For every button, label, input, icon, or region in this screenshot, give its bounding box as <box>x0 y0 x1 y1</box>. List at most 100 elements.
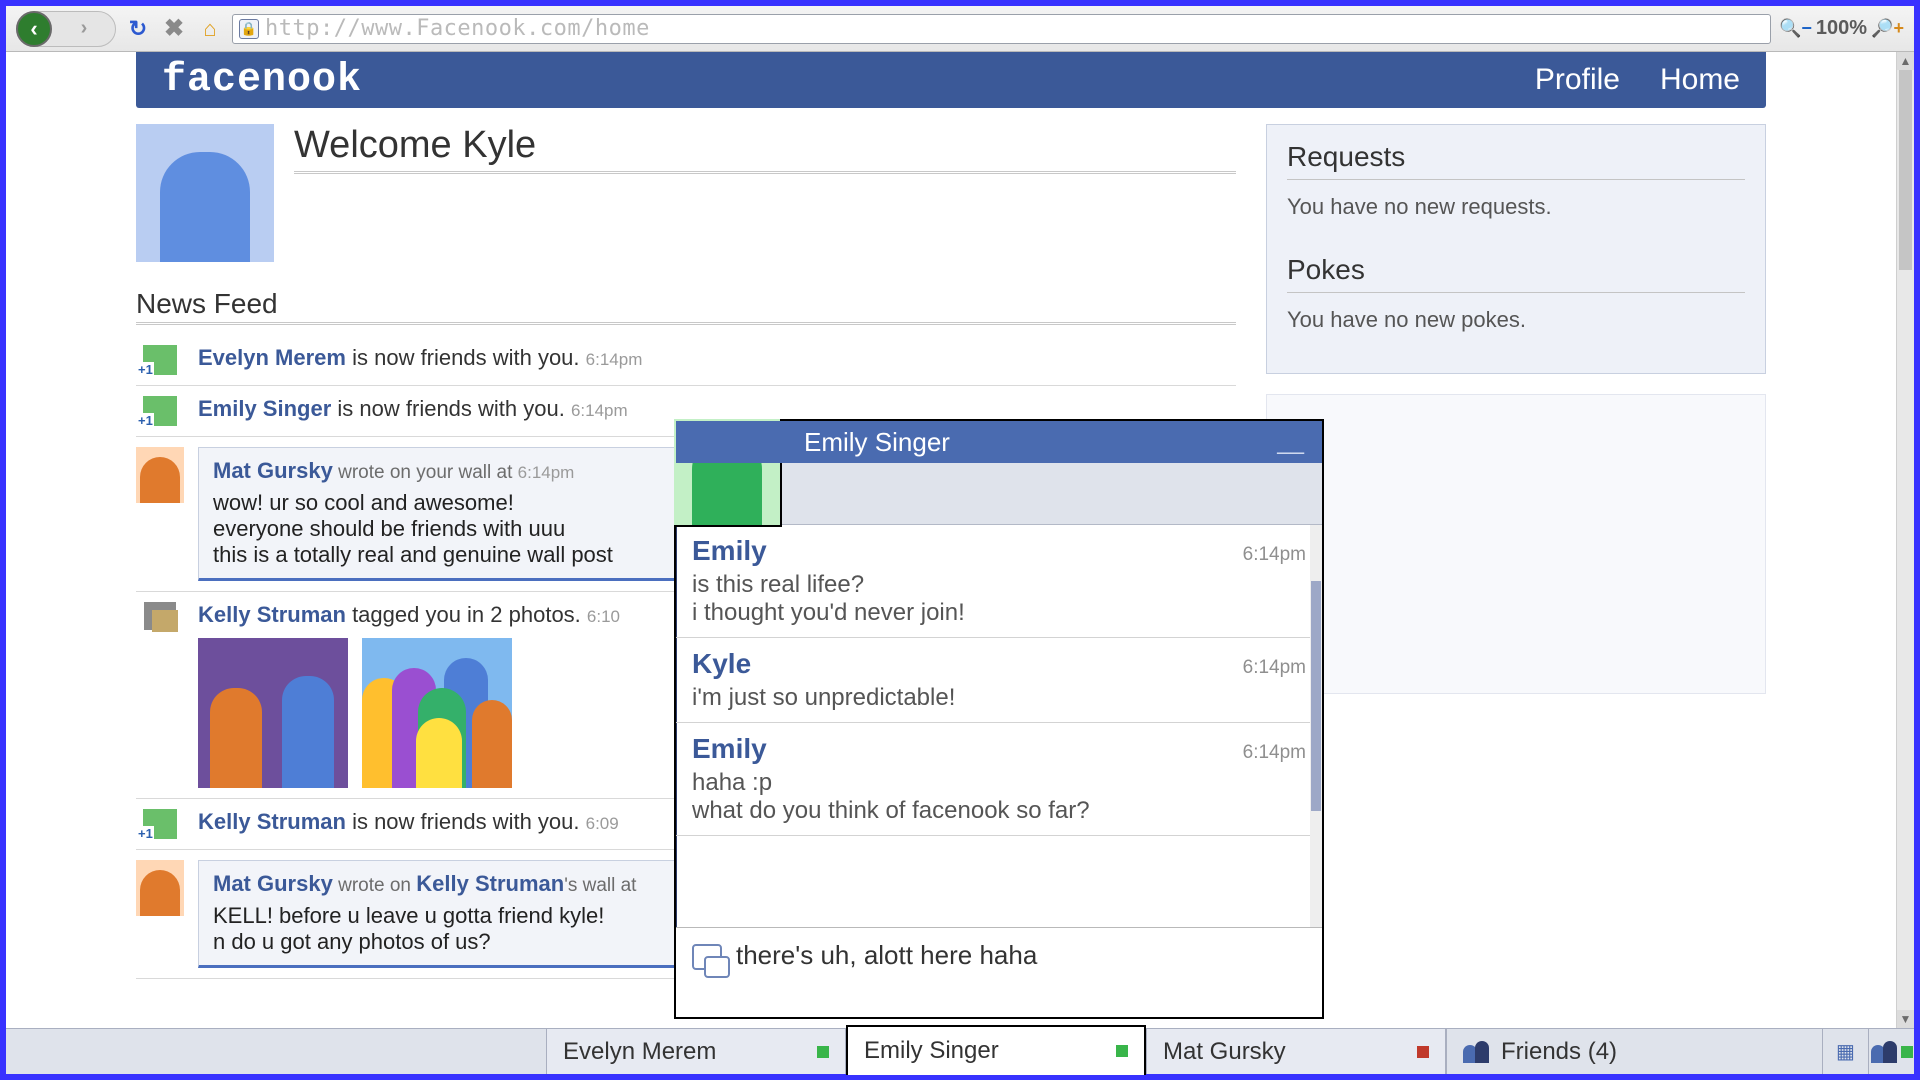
user-avatar-icon[interactable] <box>136 860 184 916</box>
site-header: facenook Profile Home <box>136 52 1766 108</box>
chat-bar: Evelyn Merem Emily Singer Mat Gursky Fri… <box>6 1028 1914 1074</box>
chat-tab[interactable]: Evelyn Merem <box>546 1029 846 1074</box>
status-dot-icon <box>1116 1045 1128 1057</box>
news-feed-title: News Feed <box>136 288 1236 325</box>
chat-titlebar[interactable]: Emily Singer __ <box>676 421 1322 463</box>
chat-from: Kyle <box>692 648 751 680</box>
welcome-title: Welcome Kyle <box>294 124 1236 174</box>
chat-from: Emily <box>692 733 767 765</box>
status-dot-icon <box>1417 1046 1429 1058</box>
friend-add-icon <box>143 345 177 375</box>
nav-capsule: ‹ › <box>16 11 116 47</box>
chat-message: Kyle 6:14pm i'm just so unpredictable! <box>676 638 1322 723</box>
zoom-out-button[interactable]: 🔍− <box>1779 18 1812 39</box>
forward-button[interactable]: › <box>70 15 98 43</box>
friends-label: Friends (4) <box>1501 1038 1617 1066</box>
feed-time: 6:09 <box>586 814 619 833</box>
feed-actor-link[interactable]: Evelyn Merem <box>198 345 346 370</box>
chat-from: Emily <box>692 535 767 567</box>
wall-meta-text: wrote on your wall at <box>338 462 512 483</box>
wall-meta-text: wrote on <box>338 875 411 896</box>
sidebar-ad-slot <box>1266 394 1766 694</box>
photo-tag-icon <box>144 602 176 630</box>
feed-time: 6:14pm <box>586 350 643 369</box>
site-logo[interactable]: facenook <box>162 58 362 103</box>
browser-toolbar: ‹ › ↻ ✖ ⌂ 🔒 http://www.Facenook.com/home… <box>6 6 1914 52</box>
feed-time: 6:14pm <box>518 463 575 482</box>
profile-avatar[interactable] <box>136 124 274 262</box>
requests-title: Requests <box>1287 141 1745 180</box>
site-identity-icon[interactable]: 🔒 <box>239 19 259 39</box>
feed-verb: is now friends with you. <box>352 809 579 834</box>
feed-actor-link[interactable]: Kelly Struman <box>198 809 346 834</box>
chat-text: haha :p what do you think of facenook so… <box>692 769 1306 825</box>
chat-text: is this real lifee? i thought you'd neve… <box>692 571 1306 627</box>
home-button[interactable]: ⌂ <box>196 15 224 43</box>
reload-button[interactable]: ↻ <box>124 15 152 43</box>
scroll-thumb[interactable] <box>1899 70 1912 270</box>
tagged-photo[interactable] <box>362 638 512 788</box>
friend-add-icon <box>143 809 177 839</box>
person-icon <box>1871 1041 1897 1063</box>
chat-input[interactable]: there's uh, alott here haha <box>676 927 1322 1017</box>
chat-tab[interactable]: Mat Gursky <box>1146 1029 1446 1074</box>
chat-time: 6:14pm <box>1243 657 1306 679</box>
feed-actor-link[interactable]: Kelly Struman <box>198 602 346 627</box>
requests-text: You have no new requests. <box>1287 194 1745 220</box>
chat-input-text[interactable]: there's uh, alott here haha <box>736 940 1037 971</box>
friend-add-icon <box>143 396 177 426</box>
status-dot-icon <box>1901 1046 1913 1058</box>
page-scrollbar[interactable]: ▲ ▼ <box>1896 52 1914 1028</box>
feed-time: 6:14pm <box>571 401 628 420</box>
chat-status-button[interactable] <box>1868 1029 1914 1074</box>
chat-messages: Emily 6:14pm is this real lifee? i though… <box>676 525 1322 927</box>
pokes-text: You have no new pokes. <box>1287 307 1745 333</box>
chat-tab-label: Evelyn Merem <box>563 1038 716 1066</box>
feed-actor-link[interactable]: Emily Singer <box>198 396 331 421</box>
chat-tab[interactable]: Emily Singer <box>846 1025 1146 1075</box>
status-dot-icon <box>817 1046 829 1058</box>
zoom-in-button[interactable]: 🔎+ <box>1871 18 1904 39</box>
chat-time: 6:14pm <box>1243 742 1306 764</box>
feed-item: Evelyn Merem is now friends with you. 6:… <box>136 335 1236 386</box>
zoom-controls: 🔍− 100% 🔎+ <box>1779 17 1904 40</box>
scroll-down-button[interactable]: ▼ <box>1897 1010 1914 1028</box>
people-icon <box>1463 1041 1489 1063</box>
tagged-photo[interactable] <box>198 638 348 788</box>
feed-verb: is now friends with you. <box>337 396 564 421</box>
url-text[interactable]: http://www.Facenook.com/home <box>265 16 650 41</box>
wall-target-link[interactable]: Kelly Struman <box>416 871 564 896</box>
header-nav: Profile Home <box>1535 63 1740 97</box>
chat-scrollbar[interactable] <box>1310 525 1322 927</box>
nav-link-profile[interactable]: Profile <box>1535 63 1620 97</box>
wall-meta-suffix: 's wall at <box>564 875 636 896</box>
chat-settings-button[interactable]: ▦ <box>1822 1029 1868 1074</box>
requests-box: Requests You have no new requests. Pokes… <box>1266 124 1766 374</box>
nav-link-home[interactable]: Home <box>1660 63 1740 97</box>
chat-text: i'm just so unpredictable! <box>692 684 1306 712</box>
chat-window: Emily Singer __ Emily 6:14pm is this real… <box>674 419 1324 1019</box>
chat-bubble-icon <box>692 944 722 970</box>
chat-tab-label: Emily Singer <box>864 1037 999 1065</box>
chat-message: Emily 6:14pm haha :p what do you think of… <box>676 723 1322 836</box>
chat-tab-label: Mat Gursky <box>1163 1038 1286 1066</box>
chat-message: Emily 6:14pm is this real lifee? i though… <box>676 525 1322 638</box>
user-avatar-icon[interactable] <box>136 447 184 503</box>
friends-list-button[interactable]: Friends (4) <box>1446 1029 1746 1074</box>
feed-actor-link[interactable]: Mat Gursky <box>213 871 333 896</box>
chat-title: Emily Singer <box>804 427 950 458</box>
address-bar[interactable]: 🔒 http://www.Facenook.com/home <box>232 14 1771 44</box>
pokes-title: Pokes <box>1287 254 1745 293</box>
feed-actor-link[interactable]: Mat Gursky <box>213 458 333 483</box>
sidebar: Requests You have no new requests. Pokes… <box>1266 124 1766 979</box>
scroll-up-button[interactable]: ▲ <box>1897 52 1914 70</box>
feed-verb: tagged you in 2 photos. <box>352 602 581 627</box>
feed-time: 6:10 <box>587 607 620 626</box>
chat-minimize-button[interactable]: __ <box>1277 428 1304 456</box>
zoom-level: 100% <box>1816 17 1867 40</box>
back-button[interactable]: ‹ <box>16 11 52 47</box>
stop-button[interactable]: ✖ <box>160 15 188 43</box>
chat-time: 6:14pm <box>1243 544 1306 566</box>
chat-scroll-thumb[interactable] <box>1311 581 1321 811</box>
feed-verb: is now friends with you. <box>352 345 579 370</box>
